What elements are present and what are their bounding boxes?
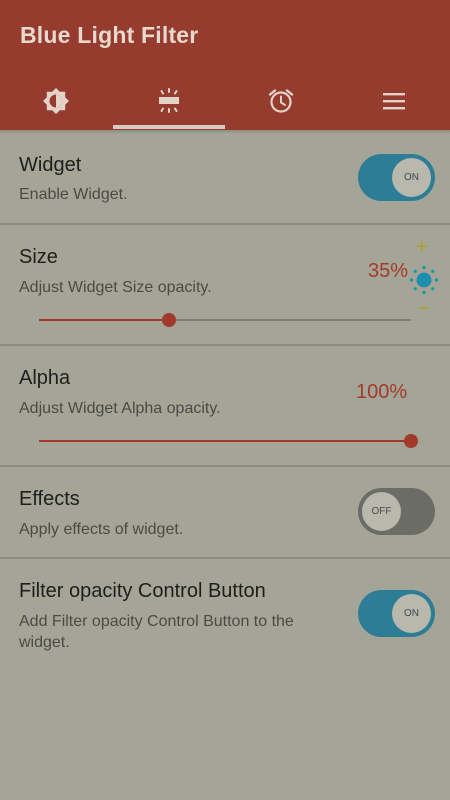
slider-fill <box>39 440 411 442</box>
setting-size: Size Adjust Widget Size opacity. 35% <box>0 225 450 345</box>
opacity-decrease-button[interactable]: − <box>418 298 430 321</box>
tab-indicator <box>113 125 225 129</box>
alpha-slider[interactable] <box>39 434 418 448</box>
opacity-increase-button[interactable]: + <box>416 236 428 259</box>
setting-title: Effects <box>19 488 80 510</box>
size-value: 35% <box>368 260 409 282</box>
setting-effects[interactable]: Effects Apply effects of widget. OFF <box>0 467 450 557</box>
setting-description: Adjust Widget Size opacity. <box>19 279 212 296</box>
alpha-value: 100% <box>356 381 408 403</box>
filter-button-toggle[interactable]: ON <box>358 590 435 637</box>
tab-menu[interactable] <box>338 72 450 130</box>
setting-description: Enable Widget. <box>19 186 128 203</box>
setting-alpha: Alpha Adjust Widget Alpha opacity. 100% <box>0 346 450 466</box>
toggle-knob: ON <box>392 594 431 633</box>
app-title: Blue Light Filter <box>20 22 199 48</box>
setting-widget[interactable]: Widget Enable Widget. ON <box>0 134 450 224</box>
tab-alarm[interactable] <box>225 72 337 130</box>
tab-widget[interactable] <box>113 72 225 130</box>
setting-title: Widget <box>19 154 82 176</box>
brightness-icon <box>42 87 70 115</box>
setting-title: Filter opacity Control Button <box>19 580 266 602</box>
slider-thumb[interactable] <box>404 434 418 448</box>
slider-thumb[interactable] <box>162 313 177 327</box>
widget-toggle[interactable]: ON <box>358 154 435 201</box>
setting-filter-control-button[interactable]: Filter opacity Control Button Add Filter… <box>0 559 450 669</box>
setting-description: Adjust Widget Alpha opacity. <box>19 400 221 417</box>
size-slider[interactable] <box>39 313 411 327</box>
setting-description: Add Filter opacity Control Button to the… <box>19 613 294 651</box>
setting-description: Apply effects of widget. <box>19 521 184 538</box>
setting-title: Size <box>19 246 58 268</box>
tab-brightness[interactable] <box>0 72 112 130</box>
toggle-knob: ON <box>392 158 431 197</box>
menu-icon <box>381 90 407 112</box>
toggle-knob: OFF <box>362 492 401 531</box>
setting-title: Alpha <box>19 367 71 389</box>
app-bar: Blue Light Filter <box>0 0 450 130</box>
alarm-clock-icon <box>267 87 295 115</box>
brightness-sun-icon[interactable] <box>408 264 440 301</box>
effects-toggle[interactable]: OFF <box>358 488 435 535</box>
widget-icon <box>155 87 183 115</box>
slider-fill <box>39 319 170 321</box>
